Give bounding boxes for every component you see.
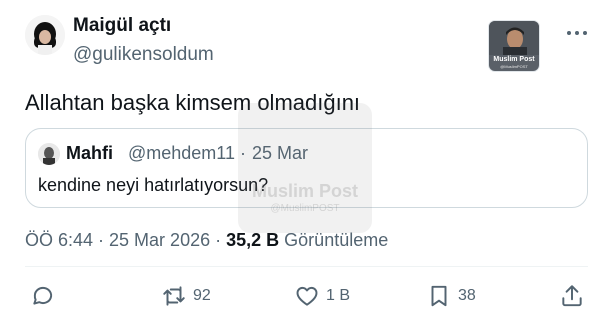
tweet-meta: ÖÖ 6:44 · 25 Mar 2026 · 35,2 B Görüntüle… bbox=[25, 230, 388, 251]
quoted-date[interactable]: 25 Mar bbox=[252, 143, 308, 164]
views-count: 35,2 B bbox=[226, 230, 280, 250]
tweet-text: Allahtan başka kimsem olmadığını bbox=[25, 90, 361, 115]
bookmark-button[interactable]: 38 bbox=[426, 283, 476, 309]
retweet-icon bbox=[163, 286, 185, 306]
retweet-count: 92 bbox=[193, 287, 211, 304]
views-label: Görüntüleme bbox=[284, 230, 389, 250]
reply-button[interactable] bbox=[30, 283, 62, 309]
more-options-button[interactable] bbox=[566, 24, 588, 35]
actions-divider bbox=[25, 266, 588, 267]
quoted-avatar-image bbox=[38, 143, 60, 165]
brand-badge-handle: @MuslimPOST bbox=[500, 64, 528, 69]
brand-portrait-image bbox=[489, 21, 539, 57]
quoted-author-handle[interactable]: @mehdem11 bbox=[128, 143, 235, 164]
brand-badge: Muslim Post @MuslimPOST bbox=[489, 21, 539, 71]
avatar-image bbox=[25, 15, 65, 55]
quoted-text: kendine neyi hatırlatıyorsun? bbox=[38, 175, 269, 195]
author-avatar[interactable] bbox=[25, 15, 65, 55]
like-count: 1 B bbox=[326, 287, 351, 304]
like-button[interactable]: 1 B bbox=[294, 283, 350, 309]
reply-icon bbox=[33, 286, 53, 305]
tweet-timestamp[interactable]: ÖÖ 6:44 · 25 Mar 2026 · bbox=[25, 230, 221, 250]
more-horizontal-icon bbox=[567, 31, 587, 35]
share-icon bbox=[562, 285, 582, 307]
share-button[interactable] bbox=[559, 283, 585, 309]
quoted-author-avatar[interactable] bbox=[38, 143, 60, 165]
brand-badge-title: Muslim Post bbox=[493, 56, 535, 63]
bookmark-count: 38 bbox=[458, 287, 476, 304]
quoted-separator: · bbox=[240, 143, 246, 163]
quoted-tweet[interactable]: Mahfi @mehdem11 · 25 Mar kendine neyi ha… bbox=[25, 128, 588, 208]
bookmark-icon bbox=[431, 285, 447, 307]
quoted-author-name[interactable]: Mahfi bbox=[66, 143, 113, 164]
author-name[interactable]: Maigül açtı bbox=[73, 15, 171, 37]
author-handle[interactable]: @gulikensoldum bbox=[73, 44, 214, 66]
retweet-button[interactable]: 92 bbox=[161, 283, 211, 309]
heart-icon bbox=[296, 286, 318, 306]
